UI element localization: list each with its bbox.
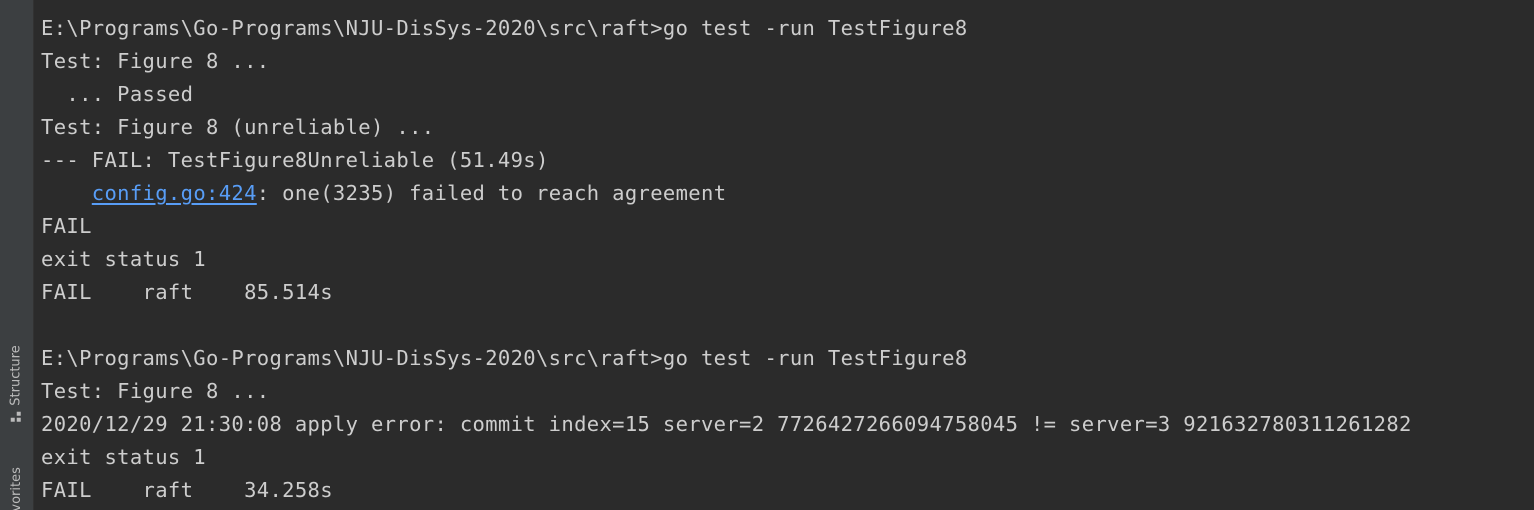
- error-message: : one(3235) failed to reach agreement: [256, 181, 727, 205]
- terminal-line: Test: Figure 8 (unreliable) ...: [41, 115, 435, 139]
- terminal-line: ... Passed: [41, 82, 194, 106]
- terminal-line-apply-error: 2020/12/29 21:30:08 apply error: commit …: [41, 412, 1412, 436]
- terminal-line-command: E:\Programs\Go-Programs\NJU-DisSys-2020\…: [41, 346, 968, 370]
- structure-icon: [10, 410, 22, 422]
- structure-tool-tab[interactable]: Structure: [4, 326, 28, 440]
- terminal-line-error-location: config.go:424: one(3235) failed to reach…: [41, 177, 1534, 210]
- ide-window: Structure Favorites E:\Programs\Go-Progr…: [0, 0, 1534, 510]
- favorites-tab-label: Favorites: [8, 466, 24, 510]
- terminal-line: Test: Figure 8 ...: [41, 49, 270, 73]
- terminal-output[interactable]: E:\Programs\Go-Programs\NJU-DisSys-2020\…: [34, 0, 1534, 510]
- left-tool-strip: Structure Favorites: [0, 0, 34, 510]
- terminal-line-summary: FAIL raft 85.514s: [41, 280, 333, 304]
- terminal-line-fail: --- FAIL: TestFigure8Unreliable (51.49s): [41, 148, 549, 172]
- terminal-line-summary: FAIL raft 34.258s: [41, 478, 333, 502]
- source-file-link[interactable]: config.go:424: [92, 181, 257, 205]
- terminal-line: Test: Figure 8 ...: [41, 379, 270, 403]
- terminal-line: exit status 1: [41, 247, 206, 271]
- terminal-line: exit status 1: [41, 445, 206, 469]
- structure-tab-label: Structure: [8, 344, 24, 406]
- terminal-line-command: E:\Programs\Go-Programs\NJU-DisSys-2020\…: [41, 16, 968, 40]
- terminal-line-fail: FAIL: [41, 214, 92, 238]
- favorites-tool-tab[interactable]: Favorites: [4, 458, 28, 510]
